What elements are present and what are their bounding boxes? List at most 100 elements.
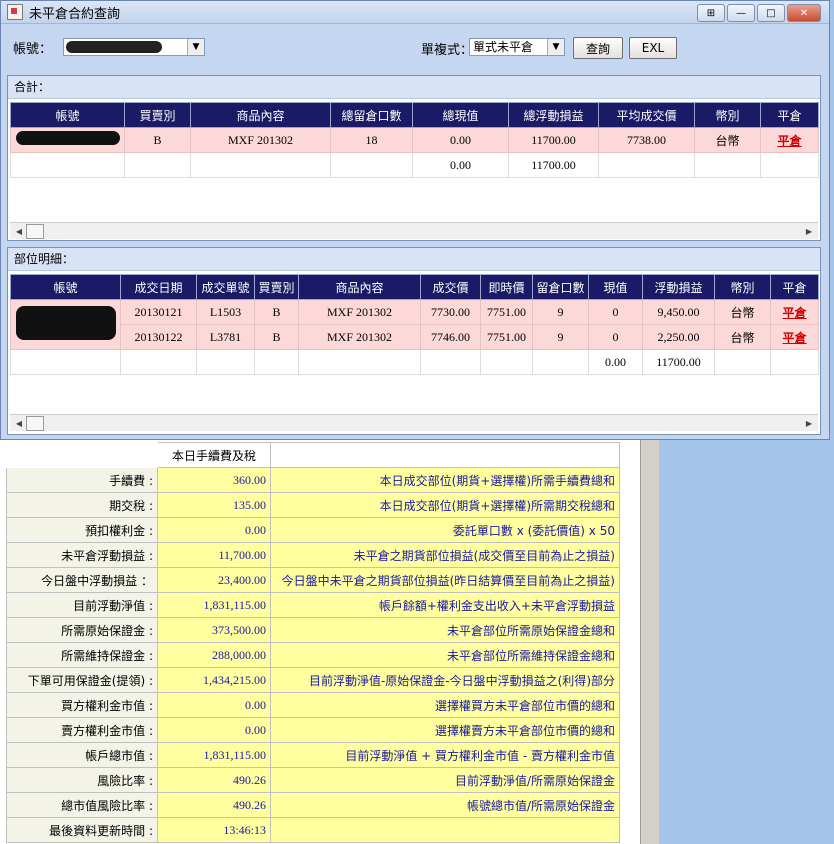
fee-label: 手續費 : (6, 467, 158, 493)
column-header[interactable]: 成交單號 (196, 274, 255, 300)
side-cell (124, 152, 191, 178)
product-cell (298, 349, 421, 375)
column-header[interactable]: 成交價 (420, 274, 481, 300)
column-header[interactable]: 幣別 (694, 102, 761, 128)
qty-cell (532, 349, 589, 375)
scroll-right-icon[interactable]: ▶ (802, 416, 816, 430)
side-cell: B (124, 127, 191, 153)
fee-description: 目前浮動淨值/所需原始保證金 (270, 767, 620, 793)
qty-cell (330, 152, 413, 178)
column-header[interactable]: 平均成交價 (598, 102, 695, 128)
fee-description: 委託單口數 x (委託價值) x 50 (270, 517, 620, 543)
column-header[interactable]: 平倉 (760, 102, 819, 128)
chevron-down-icon[interactable]: ▼ (187, 39, 204, 55)
fee-description: 目前浮動淨值-原始保證金-今日盤中浮動損益之(利得)部分 (270, 667, 620, 693)
fee-description: 帳號總市值/所需原始保證金 (270, 792, 620, 818)
column-header[interactable]: 留倉口數 (532, 274, 589, 300)
close-icon[interactable]: ✕ (787, 4, 821, 22)
column-header[interactable]: 即時價 (480, 274, 533, 300)
product-cell (190, 152, 331, 178)
fees-header: 本日手續費及稅 (157, 442, 271, 468)
column-header[interactable]: 帳號 (10, 102, 125, 128)
fee-row: 期交稅 :135.00 本日成交部位(期貨+選擇權)所需期交稅總和 (6, 492, 620, 518)
scroll-left-icon[interactable]: ◀ (12, 224, 26, 238)
scroll-thumb[interactable] (26, 416, 44, 431)
value-cell: 0 (588, 324, 643, 350)
value-cell: 0 (588, 299, 643, 325)
fee-label: 所需原始保證金 : (6, 617, 158, 643)
fee-description: 未平倉部位所需原始保證金總和 (270, 617, 620, 643)
mode-select[interactable]: 單式未平倉 ▼ (469, 38, 565, 56)
scroll-thumb[interactable] (26, 224, 44, 239)
fee-value: 0.00 (157, 717, 271, 743)
action-cell (760, 152, 819, 178)
currency-cell: 台幣 (694, 127, 761, 153)
pnl-cell: 9,450.00 (642, 299, 715, 325)
column-header[interactable]: 浮動損益 (642, 274, 715, 300)
fee-row: 今日盤中浮動損益 ： 23,400.00 今日盤中未平倉之期貨部位損益(昨日結算價至… (6, 567, 620, 593)
column-header[interactable]: 現值 (588, 274, 643, 300)
column-header[interactable]: 總留倉口數 (330, 102, 413, 128)
chevron-down-icon[interactable]: ▼ (547, 39, 564, 55)
close-position-link-cell: 平倉 (770, 324, 819, 350)
column-header[interactable]: 總浮動損益 (508, 102, 599, 128)
minimize-icon[interactable]: — (727, 4, 755, 22)
price-cell (420, 349, 481, 375)
column-header[interactable]: 幣別 (714, 274, 771, 300)
fee-value: 490.26 (157, 767, 271, 793)
fee-row: 總市值風險比率 :490.26 帳號總市值/所需原始保證金 (6, 792, 620, 818)
avg-price-cell (598, 152, 695, 178)
currency-cell: 台幣 (714, 299, 771, 325)
account-select[interactable]: ▼ (63, 38, 205, 56)
fee-row: 風險比率 :490.26 目前浮動淨值/所需原始保證金 (6, 767, 620, 793)
table-row[interactable]: 20130121 L1503 B MXF 201302 7730.00 7751… (10, 299, 819, 350)
detail-header-row: 帳號 成交日期 成交單號 買賣別 商品內容 成交價 即時價 留倉口數 現值 浮動… (10, 274, 819, 300)
qty-cell: 9 (532, 324, 589, 350)
close-position-link[interactable]: 平倉 (782, 331, 806, 345)
scroll-left-icon[interactable]: ◀ (12, 416, 26, 430)
detail-horizontal-scrollbar[interactable]: ◀ ▶ (10, 414, 818, 431)
fee-value: 11,700.00 (157, 542, 271, 568)
background-scroll-strip (640, 440, 659, 844)
fee-label: 風險比率 : (6, 767, 158, 793)
column-header[interactable]: 帳號 (10, 274, 121, 300)
column-header[interactable]: 總現值 (412, 102, 509, 128)
exl-button[interactable]: EXL (629, 37, 677, 59)
fee-value: 490.26 (157, 792, 271, 818)
fee-label: 賣方權利金市值 : (6, 717, 158, 743)
column-header[interactable]: 商品內容 (298, 274, 421, 300)
pnl-cell: 2,250.00 (642, 324, 715, 350)
fee-value: 0.00 (157, 692, 271, 718)
table-row[interactable]: 20130122 L3781 B MXF 201302 7746.00 7751… (11, 324, 819, 350)
blank-cell (6, 442, 158, 468)
qty-cell: 18 (330, 127, 413, 153)
pnl-total-cell: 11700.00 (642, 349, 715, 375)
detail-title: 部位明細： (8, 248, 820, 271)
value-total-cell: 0.00 (412, 152, 509, 178)
restore-icon[interactable]: ⊞ (697, 4, 725, 22)
fee-label: 今日盤中浮動損益 ： (6, 567, 158, 593)
fee-value: 288,000.00 (157, 642, 271, 668)
column-header[interactable]: 買賣別 (254, 274, 299, 300)
value-total-cell: 0.00 (588, 349, 643, 375)
query-window: 未平倉合約查詢 ⊞ — □ ✕ 帳號： ▼ 單複式： 單式未平倉 ▼ 查詢 EX… (0, 0, 830, 440)
column-header[interactable]: 買賣別 (124, 102, 191, 128)
fee-description: 本日成交部位(期貨+選擇權)所需手續費總和 (270, 467, 620, 493)
column-header[interactable]: 平倉 (770, 274, 819, 300)
mode-label: 單複式： (421, 43, 474, 58)
query-button[interactable]: 查詢 (573, 37, 623, 59)
summary-horizontal-scrollbar[interactable]: ◀ ▶ (10, 222, 818, 239)
column-header[interactable]: 商品內容 (190, 102, 331, 128)
app-icon (7, 4, 23, 20)
close-position-link[interactable]: 平倉 (777, 134, 801, 148)
table-row[interactable]: B MXF 201302 18 0.00 11700.00 7738.00 台幣… (10, 127, 819, 153)
column-header[interactable]: 成交日期 (120, 274, 197, 300)
scroll-right-icon[interactable]: ▶ (802, 224, 816, 238)
detail-table: 帳號 成交日期 成交單號 買賣別 商品內容 成交價 即時價 留倉口數 現值 浮動… (10, 274, 819, 375)
maximize-icon[interactable]: □ (757, 4, 785, 22)
fee-value: 373,500.00 (157, 617, 271, 643)
pnl-cell: 11700.00 (508, 127, 599, 153)
title-bar: 未平倉合約查詢 ⊞ — □ ✕ (1, 1, 829, 24)
close-position-link[interactable]: 平倉 (782, 306, 806, 320)
fee-value: 1,831,115.00 (157, 742, 271, 768)
